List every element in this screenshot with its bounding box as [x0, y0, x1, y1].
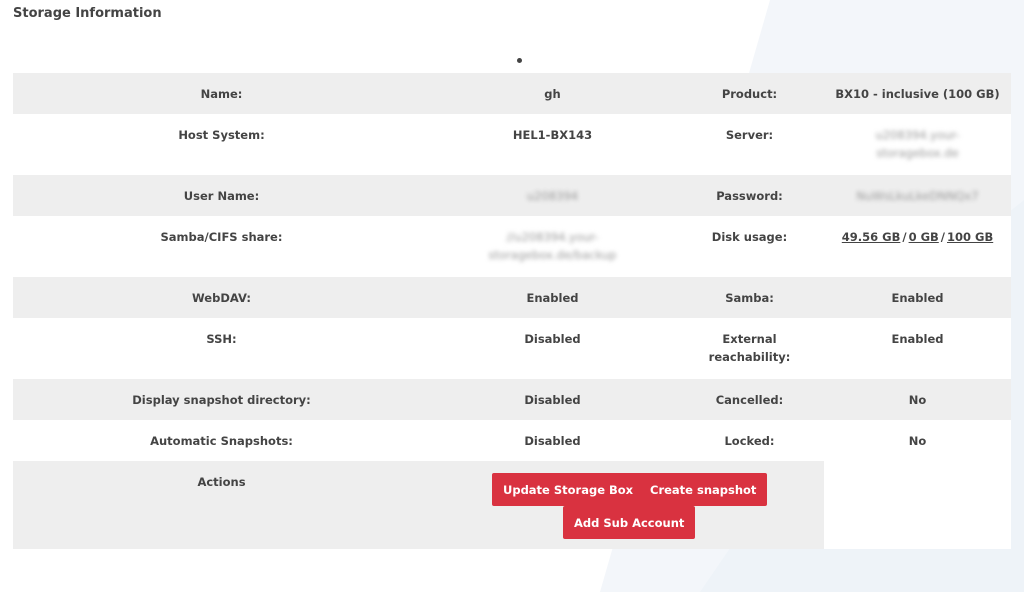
carousel-dot	[517, 58, 522, 63]
value-cancelled: No	[824, 379, 1011, 420]
label-server: Server:	[675, 114, 824, 175]
disk-usage-total-link[interactable]: 100 GB	[947, 230, 993, 244]
update-storage-box-button[interactable]: Update Storage Box	[492, 473, 645, 506]
label-webdav: WebDAV:	[13, 277, 430, 318]
password-blurred: NuWsLkuLkeDNNQx7	[856, 189, 979, 203]
label-samba: Samba:	[675, 277, 824, 318]
value-name: gh	[430, 73, 675, 114]
table-row: Samba/CIFS share: //u208394.your-storage…	[13, 216, 1011, 277]
section-title: Storage Information	[13, 6, 162, 21]
table-row: Automatic Snapshots: Disabled Locked: No	[13, 420, 1011, 461]
label-name: Name:	[13, 73, 430, 114]
label-product: Product:	[675, 73, 824, 114]
value-host-system: HEL1-BX143	[430, 114, 675, 175]
table-row: Name: gh Product: BX10 - inclusive (100 …	[13, 73, 1011, 114]
value-locked: No	[824, 420, 1011, 461]
table-row: User Name: u208394 Password: NuWsLkuLkeD…	[13, 175, 1011, 216]
value-samba-share: //u208394.your-storagebox.de/backup	[430, 216, 675, 277]
label-user-name: User Name:	[13, 175, 430, 216]
label-automatic-snapshots: Automatic Snapshots:	[13, 420, 430, 461]
value-disk-usage: 49.56 GB/0 GB/100 GB	[824, 216, 1011, 277]
label-snapshot-directory: Display snapshot directory:	[13, 379, 430, 420]
label-cancelled: Cancelled:	[675, 379, 824, 420]
server-value-blurred: u208394.your-storagebox.de	[875, 128, 960, 160]
table-row: WebDAV: Enabled Samba: Enabled	[13, 277, 1011, 318]
label-host-system: Host System:	[13, 114, 430, 175]
value-password: NuWsLkuLkeDNNQx7	[824, 175, 1011, 216]
create-snapshot-button[interactable]: Create snapshot	[639, 473, 768, 506]
table-row: Host System: HEL1-BX143 Server: u208394.…	[13, 114, 1011, 175]
add-sub-account-button[interactable]: Add Sub Account	[563, 506, 696, 539]
value-server: u208394.your-storagebox.de	[824, 114, 1011, 175]
separator: /	[902, 230, 907, 244]
value-ssh: Disabled	[430, 318, 675, 379]
empty-cell	[824, 461, 1011, 549]
disk-usage-used-link[interactable]: 49.56 GB	[842, 230, 901, 244]
value-external-reachability: Enabled	[824, 318, 1011, 379]
actions-label: Actions	[13, 461, 430, 549]
value-samba: Enabled	[824, 277, 1011, 318]
samba-share-blurred: //u208394.your-storagebox.de/backup	[488, 230, 617, 262]
value-snapshot-directory: Disabled	[430, 379, 675, 420]
label-password: Password:	[675, 175, 824, 216]
value-product: BX10 - inclusive (100 GB)	[824, 73, 1011, 114]
value-webdav: Enabled	[430, 277, 675, 318]
user-name-blurred: u208394	[526, 189, 579, 203]
label-samba-share: Samba/CIFS share:	[13, 216, 430, 277]
label-ssh: SSH:	[13, 318, 430, 379]
label-disk-usage: Disk usage:	[675, 216, 824, 277]
table-row: Display snapshot directory: Disabled Can…	[13, 379, 1011, 420]
external-reachability-text: External reachability:	[708, 332, 791, 364]
disk-usage-snapshots-link[interactable]: 0 GB	[909, 230, 939, 244]
value-automatic-snapshots: Disabled	[430, 420, 675, 461]
label-locked: Locked:	[675, 420, 824, 461]
value-user-name: u208394	[430, 175, 675, 216]
label-external-reachability: External reachability:	[675, 318, 824, 379]
separator: /	[940, 230, 945, 244]
table-row: SSH: Disabled External reachability: Ena…	[13, 318, 1011, 379]
